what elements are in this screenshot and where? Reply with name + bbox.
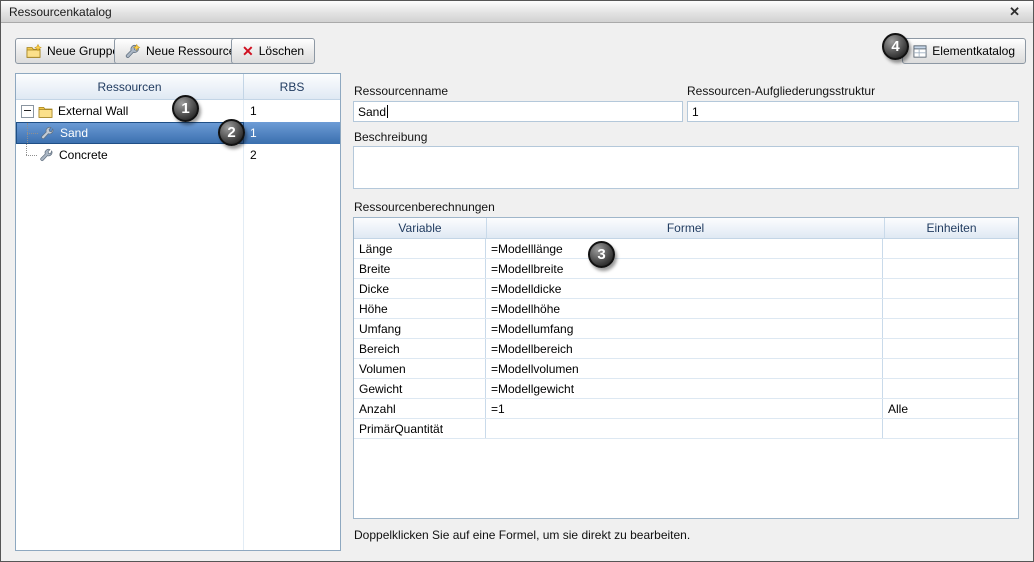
tree-cell-rbs: 1 — [250, 126, 257, 140]
cell-variable: PrimärQuantität — [354, 419, 486, 438]
cell-variable: Volumen — [354, 359, 486, 378]
delete-icon: ✕ — [242, 43, 254, 59]
new-group-button[interactable]: Neue Gruppe — [15, 38, 131, 64]
calc-table-row[interactable]: Volumen =Modellvolumen — [354, 359, 1018, 379]
tree-cell-rbs: 2 — [250, 148, 257, 162]
cell-einheiten[interactable] — [883, 239, 1018, 258]
tree-item-label: Sand — [60, 126, 89, 140]
new-group-label: Neue Gruppe — [47, 44, 120, 58]
resource-name-value: Sand — [358, 104, 387, 119]
cell-einheiten[interactable] — [883, 259, 1018, 278]
description-field[interactable] — [353, 146, 1019, 189]
callout-3: 3 — [588, 241, 615, 268]
calc-table-row[interactable]: Länge =Modelllänge — [354, 239, 1018, 259]
cell-formel[interactable]: =Modellumfang — [486, 319, 883, 338]
delete-label: Löschen — [258, 44, 305, 58]
tree-column-divider — [243, 100, 244, 550]
tree-cell-label: External Wall — [16, 100, 244, 122]
calc-table-row[interactable]: Breite =Modellbreite — [354, 259, 1018, 279]
cell-variable: Höhe — [354, 299, 486, 318]
cell-einheiten[interactable] — [883, 319, 1018, 338]
cell-formel[interactable]: =Modellbereich — [486, 339, 883, 358]
cell-formel[interactable]: =Modellhöhe — [486, 299, 883, 318]
tree-cell-rbs: 1 — [250, 104, 257, 118]
tree-header-ressourcen[interactable]: Ressourcen — [16, 74, 244, 99]
title-bar: Ressourcenkatalog ✕ — [1, 1, 1033, 23]
wrench-icon — [41, 126, 55, 140]
calc-table-row[interactable]: Umfang =Modellumfang — [354, 319, 1018, 339]
close-icon[interactable]: ✕ — [1004, 5, 1025, 18]
cell-variable: Anzahl — [354, 399, 486, 418]
tree-header-rbs[interactable]: RBS — [244, 74, 340, 99]
tree-connector — [17, 123, 41, 143]
cell-variable: Breite — [354, 259, 486, 278]
cell-variable: Gewicht — [354, 379, 486, 398]
calc-table-row[interactable]: Bereich =Modellbereich — [354, 339, 1018, 359]
tree-body: External Wall 1 Sand 1 Concrete 2 — [16, 100, 340, 550]
element-catalog-button[interactable]: Elementkatalog — [902, 38, 1026, 64]
new-resource-icon — [125, 43, 141, 59]
calculations-label: Ressourcenberechnungen — [354, 200, 495, 214]
tree-row-sand[interactable]: Sand 1 — [16, 122, 340, 144]
calc-table-row[interactable]: PrimärQuantität — [354, 419, 1018, 439]
col-header-einheiten[interactable]: Einheiten — [885, 218, 1018, 238]
folder-icon — [38, 105, 53, 118]
cell-einheiten[interactable] — [883, 279, 1018, 298]
resource-catalog-window: Ressourcenkatalog ✕ Neue Gruppe Neue Res… — [0, 0, 1034, 562]
new-resource-button[interactable]: Neue Ressource — [114, 38, 247, 64]
cell-variable: Länge — [354, 239, 486, 258]
calc-table-row[interactable]: Höhe =Modellhöhe — [354, 299, 1018, 319]
resource-name-field[interactable]: Sand — [353, 101, 683, 122]
cell-einheiten[interactable] — [883, 379, 1018, 398]
col-header-variable[interactable]: Variable — [354, 218, 487, 238]
cell-variable: Dicke — [354, 279, 486, 298]
tree-item-label: Concrete — [59, 148, 108, 162]
resource-tree-panel: Ressourcen RBS External Wall 1 Sand 1 Co… — [15, 73, 341, 551]
cell-einheiten[interactable]: Alle — [883, 399, 1018, 418]
tree-connector — [16, 144, 40, 166]
cell-formel[interactable]: =Modelldicke — [486, 279, 883, 298]
wrench-icon — [40, 148, 54, 162]
tree-cell-label: Sand — [16, 122, 244, 144]
callout-2: 2 — [218, 119, 245, 146]
tree-cell-label: Concrete — [16, 144, 244, 166]
cell-variable: Bereich — [354, 339, 486, 358]
cell-formel[interactable]: =Modellbreite — [486, 259, 883, 278]
tree-row-concrete[interactable]: Concrete 2 — [16, 144, 340, 166]
cell-einheiten[interactable] — [883, 359, 1018, 378]
cell-formel[interactable]: =Modelllänge — [486, 239, 883, 258]
element-catalog-icon — [913, 44, 927, 58]
delete-button[interactable]: ✕ Löschen — [231, 38, 316, 64]
cell-formel[interactable] — [486, 419, 883, 438]
description-label: Beschreibung — [354, 130, 428, 144]
cell-formel[interactable]: =1 — [486, 399, 883, 418]
text-cursor — [387, 105, 389, 118]
cell-einheiten[interactable] — [883, 339, 1018, 358]
col-header-formel[interactable]: Formel — [487, 218, 885, 238]
cell-formel[interactable]: =Modellgewicht — [486, 379, 883, 398]
rbs-structure-value: 1 — [692, 104, 699, 119]
callout-4: 4 — [882, 33, 909, 60]
element-catalog-label: Elementkatalog — [932, 44, 1015, 58]
resource-name-label: Ressourcenname — [354, 84, 449, 98]
rbs-structure-label: Ressourcen-Aufgliederungsstruktur — [687, 84, 876, 98]
cell-variable: Umfang — [354, 319, 486, 338]
tree-item-label: External Wall — [58, 104, 129, 118]
calculations-table: Variable Formel Einheiten Länge =Modelll… — [353, 217, 1019, 519]
collapse-icon[interactable] — [21, 104, 34, 118]
edit-formula-hint: Doppelklicken Sie auf eine Formel, um si… — [354, 528, 691, 542]
calc-table-row[interactable]: Dicke =Modelldicke — [354, 279, 1018, 299]
window-title: Ressourcenkatalog — [9, 4, 112, 19]
rbs-structure-field[interactable]: 1 — [687, 101, 1019, 122]
cell-formel[interactable]: =Modellvolumen — [486, 359, 883, 378]
cell-einheiten[interactable] — [883, 419, 1018, 438]
callout-1: 1 — [172, 95, 199, 122]
calc-table-row[interactable]: Gewicht =Modellgewicht — [354, 379, 1018, 399]
new-group-icon — [26, 43, 42, 59]
new-resource-label: Neue Ressource — [146, 44, 236, 58]
calc-table-row[interactable]: Anzahl =1 Alle — [354, 399, 1018, 419]
calc-table-header: Variable Formel Einheiten — [354, 218, 1018, 239]
cell-einheiten[interactable] — [883, 299, 1018, 318]
